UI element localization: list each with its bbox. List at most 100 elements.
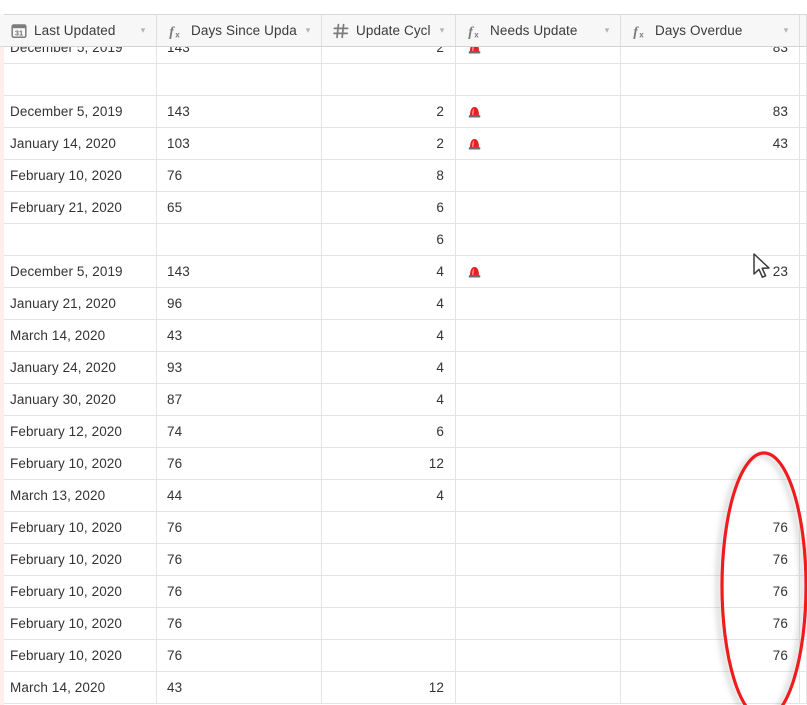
- cell-update_cycle[interactable]: [322, 608, 456, 639]
- cell-update_cycle[interactable]: 4: [322, 288, 456, 319]
- table-row[interactable]: February 21, 2020 65 6: [0, 192, 807, 224]
- column-header-days_since_update[interactable]: f x Days Since Update ▾: [157, 15, 322, 46]
- cell-update_cycle[interactable]: 4: [322, 352, 456, 383]
- cell-days_overdue[interactable]: 43: [621, 128, 800, 159]
- cell-partial-next[interactable]: [800, 224, 807, 255]
- cell-days_since_update[interactable]: 76: [157, 544, 322, 575]
- cell-partial-next[interactable]: [800, 640, 807, 671]
- cell-last_updated[interactable]: [0, 64, 157, 95]
- table-row[interactable]: January 14, 2020 103 2 43: [0, 128, 807, 160]
- column-header-update_cycle[interactable]: Update Cycle ▾: [322, 15, 456, 46]
- cell-update_cycle[interactable]: [322, 640, 456, 671]
- cell-needs_update[interactable]: [456, 192, 621, 223]
- cell-last_updated[interactable]: [0, 224, 157, 255]
- cell-needs_update[interactable]: [456, 352, 621, 383]
- cell-days_overdue[interactable]: [621, 320, 800, 351]
- cell-needs_update[interactable]: [456, 320, 621, 351]
- cell-last_updated[interactable]: March 14, 2020: [0, 320, 157, 351]
- cell-days_overdue[interactable]: [621, 672, 800, 703]
- cell-days_overdue[interactable]: [621, 384, 800, 415]
- cell-days_since_update[interactable]: 93: [157, 352, 322, 383]
- cell-update_cycle[interactable]: [322, 544, 456, 575]
- cell-last_updated[interactable]: February 12, 2020: [0, 416, 157, 447]
- cell-update_cycle[interactable]: 4: [322, 320, 456, 351]
- cell-last_updated[interactable]: December 5, 2019: [0, 47, 157, 63]
- chevron-down-icon[interactable]: ▾: [301, 26, 315, 35]
- cell-update_cycle[interactable]: 2: [322, 47, 456, 63]
- cell-needs_update[interactable]: [456, 160, 621, 191]
- cell-days_overdue[interactable]: 76: [621, 576, 800, 607]
- table-row[interactable]: January 24, 2020 93 4: [0, 352, 807, 384]
- cell-needs_update[interactable]: [456, 672, 621, 703]
- cell-days_overdue[interactable]: [621, 448, 800, 479]
- cell-last_updated[interactable]: February 10, 2020: [0, 512, 157, 543]
- cell-needs_update[interactable]: [456, 448, 621, 479]
- cell-days_overdue[interactable]: [621, 352, 800, 383]
- cell-last_updated[interactable]: January 30, 2020: [0, 384, 157, 415]
- cell-partial-next[interactable]: [800, 192, 807, 223]
- cell-needs_update[interactable]: [456, 640, 621, 671]
- cell-days_overdue[interactable]: 76: [621, 512, 800, 543]
- cell-update_cycle[interactable]: [322, 576, 456, 607]
- cell-partial-next[interactable]: [800, 128, 807, 159]
- cell-needs_update[interactable]: [456, 256, 621, 287]
- cell-last_updated[interactable]: February 10, 2020: [0, 640, 157, 671]
- cell-last_updated[interactable]: February 10, 2020: [0, 608, 157, 639]
- cell-needs_update[interactable]: [456, 416, 621, 447]
- cell-needs_update[interactable]: [456, 64, 621, 95]
- cell-last_updated[interactable]: February 10, 2020: [0, 448, 157, 479]
- cell-partial-next[interactable]: [800, 160, 807, 191]
- table-row[interactable]: February 10, 2020 76 76: [0, 576, 807, 608]
- cell-needs_update[interactable]: [456, 96, 621, 127]
- cell-last_updated[interactable]: January 14, 2020: [0, 128, 157, 159]
- cell-days_since_update[interactable]: 143: [157, 96, 322, 127]
- table-row[interactable]: March 14, 2020 43 12: [0, 672, 807, 704]
- chevron-down-icon[interactable]: ▾: [136, 26, 150, 35]
- cell-last_updated[interactable]: February 10, 2020: [0, 544, 157, 575]
- cell-days_since_update[interactable]: 103: [157, 128, 322, 159]
- cell-last_updated[interactable]: January 21, 2020: [0, 288, 157, 319]
- cell-days_since_update[interactable]: 44: [157, 480, 322, 511]
- table-row[interactable]: December 5, 2019 143 4 23: [0, 256, 807, 288]
- chevron-down-icon[interactable]: ▾: [600, 26, 614, 35]
- table-row[interactable]: February 10, 2020 76 12: [0, 448, 807, 480]
- column-header-last_updated[interactable]: 31 Last Updated ▾: [0, 15, 157, 46]
- cell-update_cycle[interactable]: 6: [322, 224, 456, 255]
- cell-last_updated[interactable]: March 13, 2020: [0, 480, 157, 511]
- cell-days_overdue[interactable]: 83: [621, 96, 800, 127]
- table-row[interactable]: February 10, 2020 76 76: [0, 544, 807, 576]
- table-row[interactable]: March 14, 2020 43 4: [0, 320, 807, 352]
- cell-days_since_update[interactable]: 96: [157, 288, 322, 319]
- cell-partial-next[interactable]: [800, 352, 807, 383]
- cell-partial-next[interactable]: [800, 47, 807, 63]
- cell-last_updated[interactable]: December 5, 2019: [0, 256, 157, 287]
- cell-days_overdue[interactable]: [621, 160, 800, 191]
- cell-last_updated[interactable]: February 10, 2020: [0, 576, 157, 607]
- cell-update_cycle[interactable]: [322, 512, 456, 543]
- table-row[interactable]: February 10, 2020 76 8: [0, 160, 807, 192]
- cell-partial-next[interactable]: [800, 576, 807, 607]
- cell-days_since_update[interactable]: [157, 224, 322, 255]
- cell-update_cycle[interactable]: 4: [322, 256, 456, 287]
- table-row[interactable]: January 21, 2020 96 4: [0, 288, 807, 320]
- table-row[interactable]: February 10, 2020 76 76: [0, 512, 807, 544]
- cell-partial-next[interactable]: [800, 512, 807, 543]
- cell-partial-next[interactable]: [800, 480, 807, 511]
- cell-days_since_update[interactable]: 43: [157, 672, 322, 703]
- cell-needs_update[interactable]: [456, 128, 621, 159]
- cell-days_overdue[interactable]: [621, 480, 800, 511]
- table-row[interactable]: March 13, 2020 44 4: [0, 480, 807, 512]
- cell-needs_update[interactable]: [456, 544, 621, 575]
- cell-partial-next[interactable]: [800, 672, 807, 703]
- cell-update_cycle[interactable]: 2: [322, 128, 456, 159]
- cell-days_since_update[interactable]: 87: [157, 384, 322, 415]
- table-row[interactable]: February 12, 2020 74 6: [0, 416, 807, 448]
- cell-needs_update[interactable]: [456, 608, 621, 639]
- cell-days_overdue[interactable]: 76: [621, 608, 800, 639]
- cell-partial-next[interactable]: [800, 544, 807, 575]
- cell-days_since_update[interactable]: 76: [157, 576, 322, 607]
- cell-needs_update[interactable]: [456, 384, 621, 415]
- cell-days_since_update[interactable]: 143: [157, 47, 322, 63]
- cell-last_updated[interactable]: February 21, 2020: [0, 192, 157, 223]
- table-row[interactable]: 6: [0, 224, 807, 256]
